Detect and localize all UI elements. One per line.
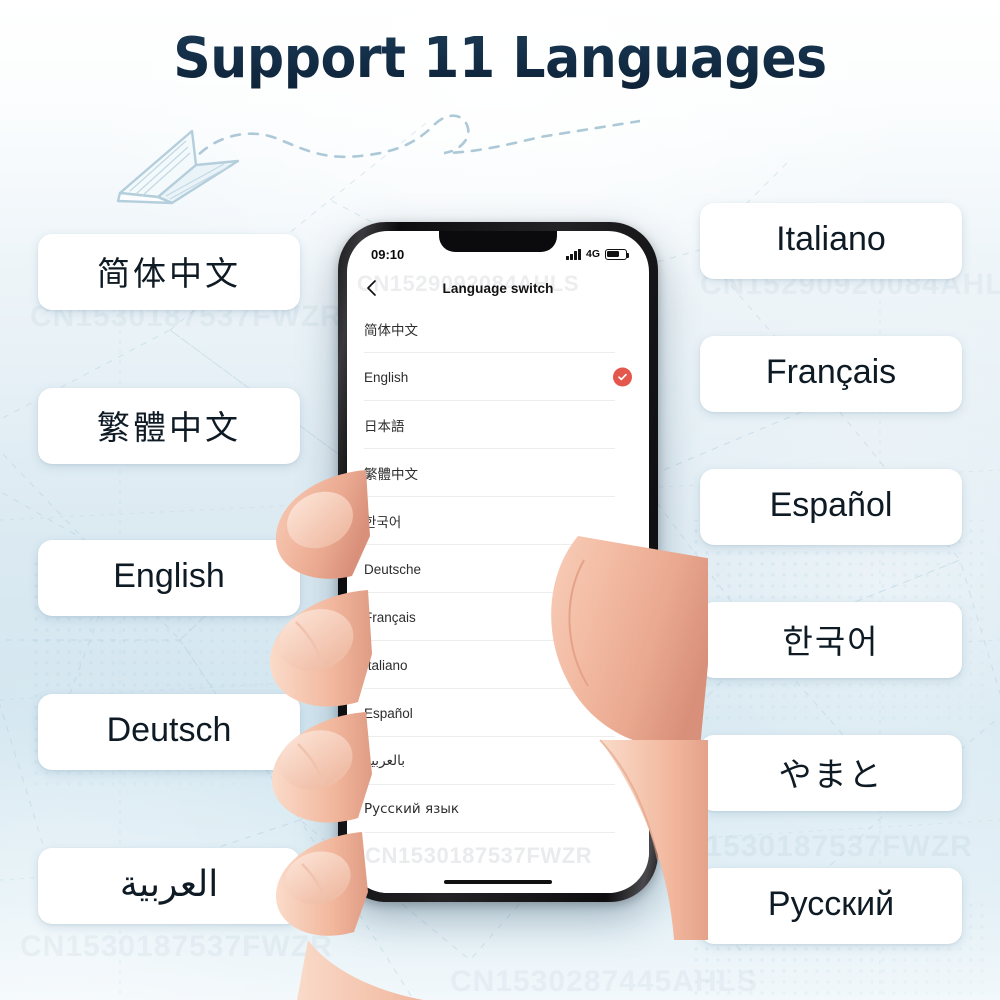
language-list-item-label: 日本語 xyxy=(364,419,405,435)
nav-title: Language switch xyxy=(442,280,554,296)
language-list-inner: 简体中文 English 日本語繁體中文 한국어 Deutsche Français Ita… xyxy=(347,305,649,833)
language-list-item[interactable]: 繁體中文 xyxy=(347,449,649,497)
background-watermark: CN1530187537FWZR xyxy=(20,930,333,963)
language-list-item-label: 한국어 xyxy=(364,515,402,531)
language-card-label: Русский xyxy=(767,885,895,923)
language-card-left-2[interactable]: English xyxy=(38,540,300,616)
language-list[interactable]: 简体中文 English 日本語繁體中文 한국어 Deutsche Français Ita… xyxy=(347,305,649,893)
language-card-label: Français xyxy=(765,353,897,391)
language-card-label: English xyxy=(113,557,225,595)
language-list-item[interactable]: Deutsche xyxy=(347,545,649,593)
language-card-label: 简体中文 xyxy=(97,253,241,293)
language-list-item[interactable]: Русский язык xyxy=(347,785,649,833)
chevron-left-icon xyxy=(366,280,376,296)
home-indicator-icon xyxy=(444,879,552,884)
language-list-item-label: English xyxy=(364,369,409,385)
language-list-item[interactable]: بالعربية xyxy=(347,737,649,785)
language-list-item-label: Deutsche xyxy=(364,561,422,577)
language-list-item-label: Русский язык xyxy=(364,801,460,817)
language-card-label: Italiano xyxy=(776,220,886,258)
language-card-left-1[interactable]: 繁體中文 xyxy=(38,388,300,464)
language-list-item[interactable]: 한국어 xyxy=(347,497,649,545)
language-list-item-label: Italiano xyxy=(364,657,408,673)
screen-watermark-bottom: CN1530187537FWZR xyxy=(365,843,593,868)
language-list-item-label: Español xyxy=(364,705,413,721)
language-list-item-label: 简体中文 xyxy=(364,323,418,339)
network-type-label: 4G xyxy=(585,248,600,260)
language-list-item[interactable]: Français xyxy=(347,593,649,641)
status-indicators: 4G xyxy=(566,248,630,260)
background-watermark: CN1530187537FWZR xyxy=(660,830,973,863)
language-card-label: العربية xyxy=(119,864,219,905)
language-card-right-1[interactable]: Français xyxy=(700,336,962,412)
language-list-item[interactable]: Italiano xyxy=(347,641,649,689)
status-time: 09:10 xyxy=(371,246,405,262)
language-list-item[interactable]: Español xyxy=(347,689,649,737)
language-list-item[interactable]: English xyxy=(347,353,649,401)
battery-icon xyxy=(605,248,630,260)
language-list-item-label: Français xyxy=(364,609,416,625)
phone-mockup: CN1529092084AHLS CN15290920084AHLS 09:10… xyxy=(338,222,658,902)
language-list-item-label: 繁體中文 xyxy=(364,467,418,483)
nav-bar: Language switch xyxy=(347,271,649,305)
language-card-right-5[interactable]: Русский xyxy=(700,868,962,944)
language-card-right-4[interactable]: やまと xyxy=(700,735,962,811)
paper-plane-decoration xyxy=(116,114,640,205)
check-circle-icon xyxy=(613,367,632,387)
signal-bars-icon xyxy=(566,248,581,260)
back-button[interactable] xyxy=(360,277,382,299)
page-title: Support 11 Languages xyxy=(35,26,965,91)
phone-notch xyxy=(439,231,557,252)
language-card-right-0[interactable]: Italiano xyxy=(700,203,962,279)
language-card-label: 한국어 xyxy=(782,621,880,661)
language-card-left-3[interactable]: Deutsch xyxy=(38,694,300,770)
language-card-right-3[interactable]: 한국어 xyxy=(700,602,962,678)
language-card-label: Español xyxy=(769,486,893,524)
language-card-left-0[interactable]: 简体中文 xyxy=(38,234,300,310)
language-card-left-4[interactable]: العربية xyxy=(38,848,300,924)
phone-screen[interactable]: CN1529092084AHLS CN15290920084AHLS 09:10… xyxy=(347,231,649,893)
language-list-item[interactable]: 日本語 xyxy=(347,401,649,449)
language-card-right-2[interactable]: Español xyxy=(700,469,962,545)
background-watermark: CN1530287445AHLS xyxy=(450,965,758,998)
language-list-item-label: بالعربية xyxy=(364,753,406,769)
language-card-label: やまと xyxy=(778,754,884,794)
language-list-item[interactable]: 简体中文 xyxy=(347,305,649,353)
dashed-flight-path-icon xyxy=(186,114,640,169)
list-divider xyxy=(364,832,615,833)
paper-plane-icon xyxy=(116,129,240,205)
language-card-label: Deutsch xyxy=(106,711,232,749)
language-card-label: 繁體中文 xyxy=(97,407,241,447)
